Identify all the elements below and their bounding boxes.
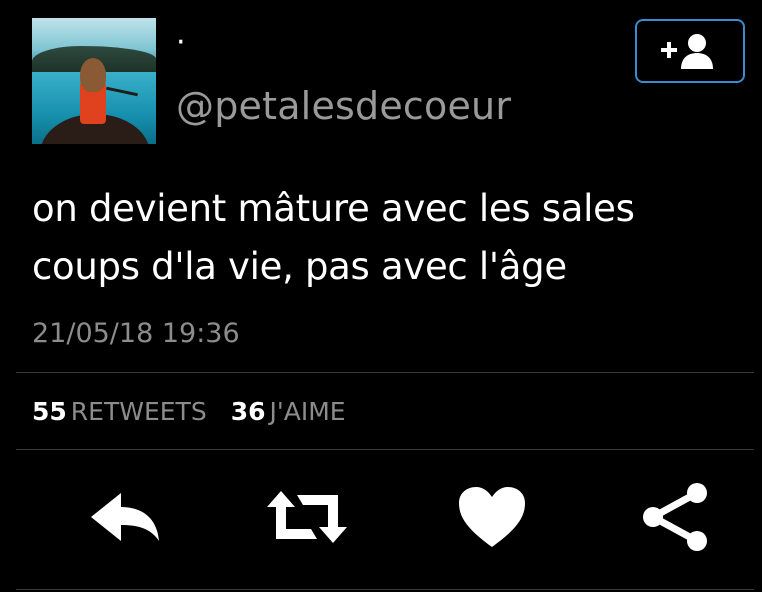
tweet-timestamp: 21/05/18 19:36 bbox=[32, 318, 240, 349]
likes-count: 36 bbox=[230, 397, 266, 426]
retweets-count: 55 bbox=[32, 397, 67, 426]
user-handle[interactable]: @petalesdecoeur bbox=[176, 84, 511, 128]
divider bbox=[16, 372, 754, 373]
retweet-icon bbox=[267, 491, 347, 543]
reply-button[interactable] bbox=[80, 472, 170, 562]
share-button[interactable] bbox=[630, 472, 720, 562]
avatar-hair bbox=[80, 58, 106, 92]
tweet-text-line: coups d'la vie, pas avec l'âge bbox=[32, 245, 567, 288]
retweet-button[interactable] bbox=[262, 472, 352, 562]
display-name[interactable]: · bbox=[176, 28, 186, 58]
tweet-text: on devient mâture avec les sales coups d… bbox=[32, 180, 732, 296]
share-icon bbox=[643, 483, 707, 551]
divider bbox=[16, 449, 754, 450]
likes-stat[interactable]: 36 J'AIME bbox=[231, 396, 346, 428]
divider bbox=[16, 589, 754, 590]
tweet-actions bbox=[0, 472, 762, 572]
likes-label: J'AIME bbox=[269, 397, 346, 426]
like-button[interactable] bbox=[447, 472, 537, 562]
reply-icon bbox=[91, 493, 159, 541]
avatar[interactable] bbox=[32, 18, 156, 144]
tweet-text-line: on devient mâture avec les sales bbox=[32, 187, 635, 230]
retweets-stat[interactable]: 55 RETWEETS bbox=[32, 396, 207, 428]
add-user-icon bbox=[661, 34, 713, 69]
follow-button[interactable] bbox=[635, 19, 745, 83]
retweets-label: RETWEETS bbox=[70, 397, 207, 426]
heart-icon bbox=[459, 487, 525, 547]
tweet-stats: 55 RETWEETS 36 J'AIME bbox=[32, 396, 346, 428]
